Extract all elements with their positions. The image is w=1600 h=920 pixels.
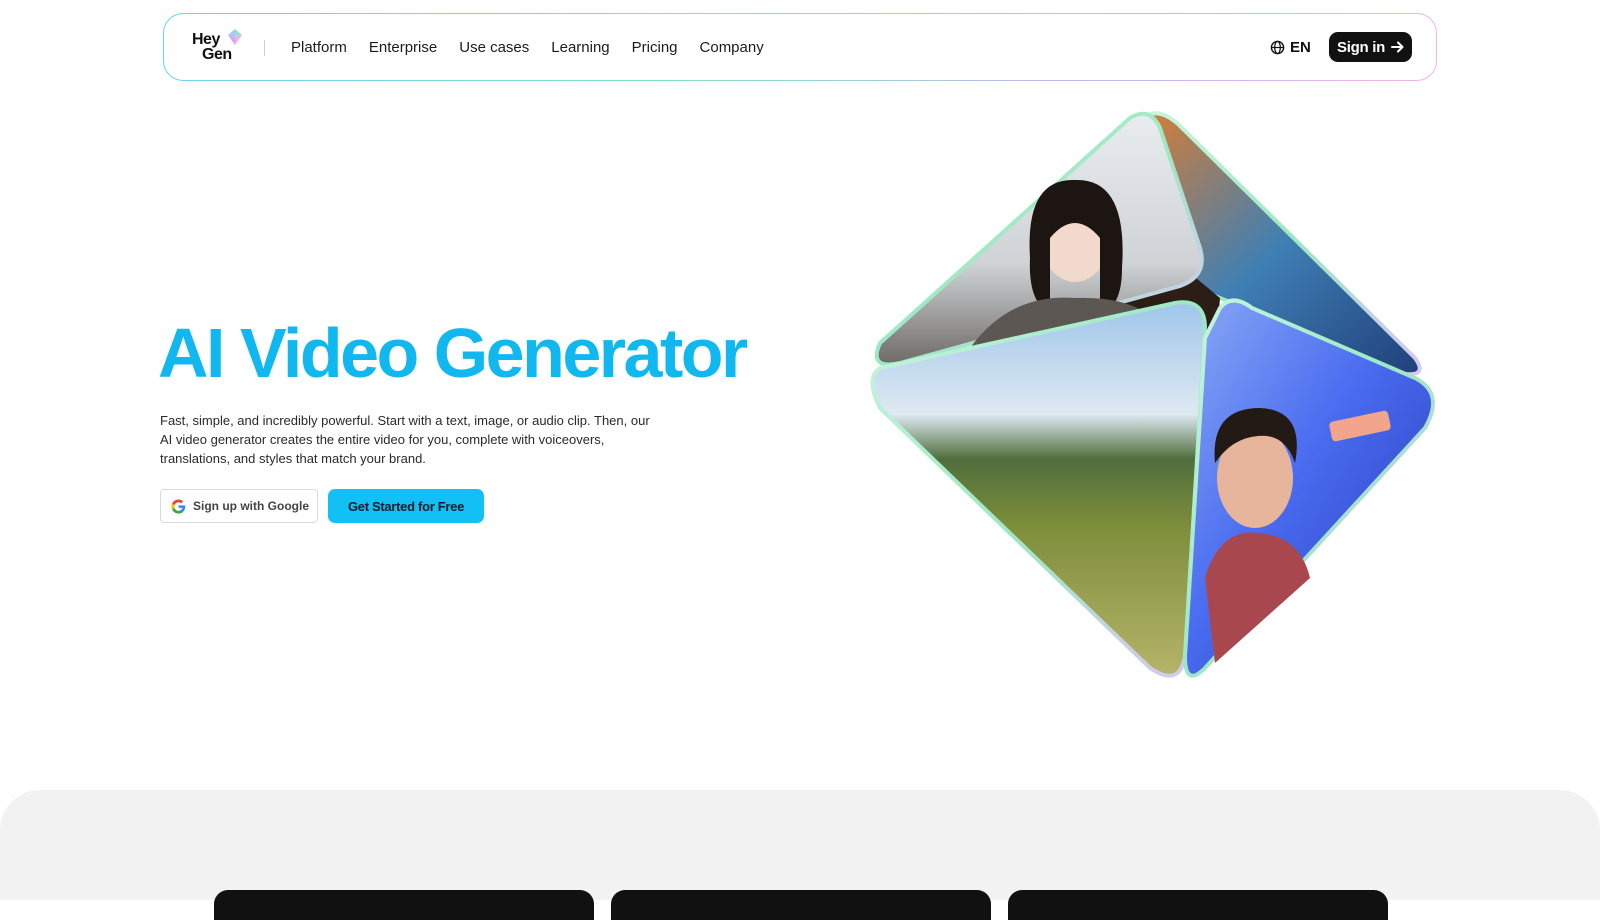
feature-card-3[interactable] [1008,890,1388,920]
hero-description: Fast, simple, and incredibly powerful. S… [160,413,650,466]
main-menu: Platform Enterprise Use cases Learning P… [291,14,764,80]
nav-item-company[interactable]: Company [700,39,764,56]
top-navigation: Hey Gen Platform Enterprise Use cases Le… [163,13,1437,81]
logo-gem-icon [228,29,242,45]
lower-section [0,790,1600,920]
nav-divider [264,40,265,56]
feature-card-1[interactable] [214,890,594,920]
nav-item-learning[interactable]: Learning [551,39,609,56]
google-icon [171,498,186,514]
sign-in-label: Sign in [1337,38,1385,56]
get-started-button[interactable]: Get Started for Free [328,489,484,523]
heygen-logo[interactable]: Hey Gen [192,28,246,66]
language-label: EN [1290,38,1311,56]
nav-item-platform[interactable]: Platform [291,39,347,56]
google-signup-label: Sign up with Google [193,499,309,513]
google-signup-button[interactable]: Sign up with Google [160,489,318,523]
sign-in-button[interactable]: Sign in [1329,32,1412,62]
logo-line-2: Gen [202,46,232,63]
hero-title: AI Video Generator [158,314,748,392]
get-started-label: Get Started for Free [347,498,465,514]
nav-item-use-cases[interactable]: Use cases [459,39,529,56]
man-shirt [1205,532,1310,663]
nav-item-enterprise[interactable]: Enterprise [369,39,437,56]
hero-gem-visual [870,111,1435,678]
arrow-right-icon [1390,41,1404,53]
globe-icon [1270,40,1285,54]
language-selector[interactable]: EN [1270,37,1311,57]
nav-item-pricing[interactable]: Pricing [632,39,678,56]
feature-card-2[interactable] [611,890,991,920]
panel-landscape [870,300,1208,678]
